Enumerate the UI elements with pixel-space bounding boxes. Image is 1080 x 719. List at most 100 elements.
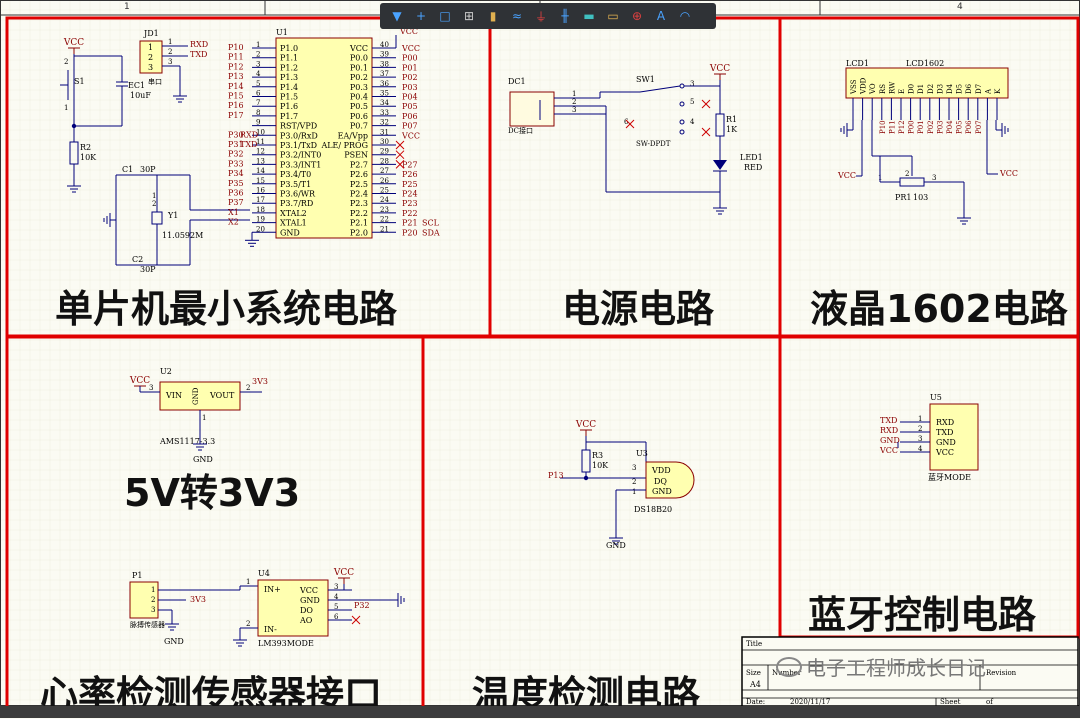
pin-number: 6 (256, 90, 261, 98)
pin-name: TXD (936, 428, 953, 437)
pin-name: D5 (956, 84, 964, 94)
bluetooth-module-u5 (929, 403, 979, 471)
pin-number: 3 (918, 435, 922, 443)
label: P32 (354, 601, 370, 610)
label: 2 (632, 478, 636, 486)
label: 1 (148, 43, 153, 52)
net-label: P12 (228, 62, 244, 71)
label: S1 (74, 77, 85, 86)
label: 3 (148, 63, 153, 72)
net-label: P00 (402, 54, 418, 63)
pin-number: 32 (380, 119, 389, 127)
pin-number: 23 (380, 206, 389, 214)
net-label: VCC (401, 131, 420, 140)
label: 2 (148, 53, 153, 62)
net-label: P37 (228, 198, 244, 207)
pin-name: P3.3/INT1 (280, 160, 321, 169)
label: 5 (690, 98, 694, 106)
pin-name: D2 (927, 84, 935, 94)
label: TXD (190, 50, 207, 59)
section-title-mcu: 单片机最小系统电路 (55, 287, 398, 331)
net-label: P25 (402, 180, 418, 189)
net-label: X1 (228, 208, 239, 217)
net-label: X2 (228, 218, 239, 227)
label: LCD1602 (906, 59, 944, 68)
pin-name: RW (888, 81, 896, 94)
net-label: P02 (402, 73, 418, 82)
pin-number: 36 (380, 80, 389, 88)
pin-number: 21 (380, 225, 389, 233)
dc-jack-dc1 (509, 91, 555, 127)
sheet-symbol-icon[interactable]: ▬ (580, 7, 598, 25)
bus-icon[interactable]: ╫ (556, 7, 574, 25)
column-number-4: 4 (957, 2, 963, 12)
net-label: RXD (880, 426, 898, 435)
port-icon[interactable]: ▭ (604, 7, 622, 25)
label: SW1 (636, 75, 655, 84)
pin-name: P1.1 (280, 54, 298, 63)
net-label: P05 (956, 120, 964, 134)
label: DC接口 (508, 126, 533, 135)
pin-name: XTAL2 (280, 209, 307, 218)
label: 1 (632, 488, 636, 496)
net-label: TXD (240, 140, 257, 149)
pin-name: P3.0/RxD (280, 131, 318, 140)
label: 10uF (130, 91, 151, 100)
label: 3 (690, 80, 694, 88)
label: 103 (913, 193, 928, 202)
no-erc-icon[interactable]: ⊕ (628, 7, 646, 25)
pin-name: P0.2 (350, 73, 368, 82)
pin-number: 31 (380, 128, 389, 136)
label: VCC (837, 171, 856, 180)
label: R2 (80, 143, 91, 152)
pin-name: P0.6 (350, 112, 368, 121)
net-label: P24 (402, 190, 418, 199)
label: RXD (190, 40, 208, 49)
align-icon[interactable]: ⊞ (460, 7, 478, 25)
text-icon[interactable]: A (652, 7, 670, 25)
pin-name: D3 (936, 84, 944, 94)
resistor-r3 (581, 449, 591, 473)
size-value: A4 (749, 680, 761, 689)
label: 4 (690, 118, 695, 126)
pin-name: P3.6/WR (280, 190, 316, 199)
crosshair-icon[interactable]: + (412, 7, 430, 25)
switch-contact (679, 83, 685, 89)
pin-number: 38 (380, 60, 389, 68)
net-label: P13 (228, 72, 244, 81)
net-label: P16 (228, 101, 244, 110)
pin-name: P1.0 (280, 44, 298, 53)
pin-number: 15 (256, 177, 265, 185)
pin-number: 27 (380, 167, 389, 175)
component-icon[interactable]: ▮ (484, 7, 502, 25)
resistor-r2 (69, 141, 79, 165)
pin-name: P3.4/T0 (280, 170, 311, 179)
vcc-label: VCC (709, 64, 730, 74)
pin-name: P0.7 (350, 122, 368, 131)
label: GND (164, 637, 184, 646)
wire-icon[interactable]: ≈ (508, 7, 526, 25)
pin-name: RXD (936, 418, 954, 427)
net-label: P03 (402, 83, 418, 92)
pin-name: VSS (850, 79, 858, 95)
label: C1 (122, 165, 133, 174)
filter-icon[interactable]: ▼ (388, 7, 406, 25)
pin-number: 18 (256, 206, 265, 214)
crystal-y1 (151, 211, 163, 225)
potentiometer-pr1 (899, 177, 925, 187)
schematic-toolbar: ▼ + □ ⊞ ▮ ≈ ⏚ ╫ ▬ ▭ ⊕ A ◠ (380, 3, 716, 29)
label: DQ (654, 477, 667, 486)
ground-power-icon[interactable]: ⏚ (532, 7, 550, 25)
pin-number: 1 (918, 415, 922, 423)
pin-number: 19 (256, 216, 265, 224)
arc-icon[interactable]: ◠ (676, 7, 694, 25)
pin-name: P1.6 (280, 102, 298, 111)
label: 10K (80, 153, 97, 162)
pin-name: P3.1/TxD (280, 141, 317, 150)
label: Y1 (167, 211, 178, 220)
led-icon (713, 160, 727, 170)
select-rect-icon[interactable]: □ (436, 7, 454, 25)
net-label: P10 (228, 43, 244, 52)
net-label: P11 (228, 53, 244, 62)
pin-name: VCC (935, 448, 954, 457)
